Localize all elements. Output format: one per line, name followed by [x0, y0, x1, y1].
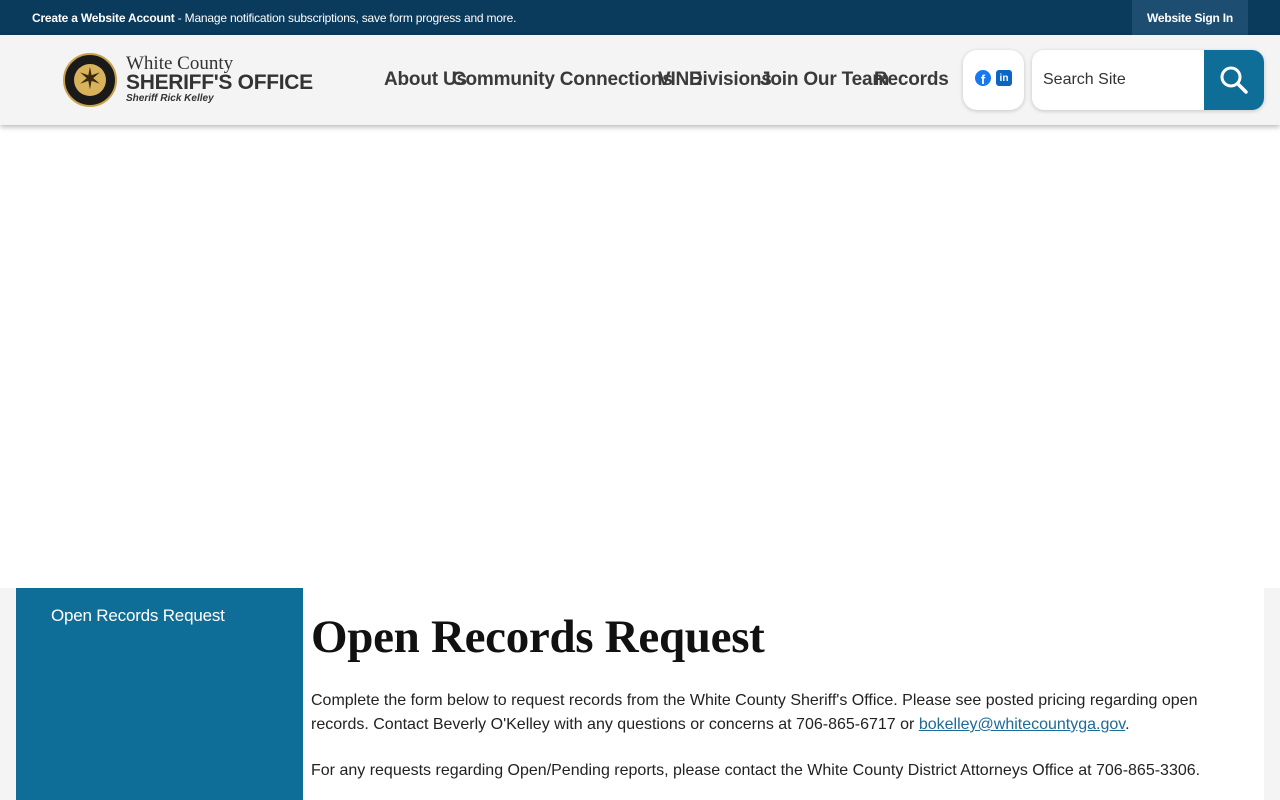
- social-links: f in: [963, 50, 1024, 110]
- page-title: Open Records Request: [311, 611, 765, 663]
- search-icon: [1220, 66, 1248, 94]
- logo-line-office: SHERIFF'S OFFICE: [126, 71, 313, 94]
- site-logo[interactable]: ✶ White County SHERIFF'S OFFICE Sheriff …: [63, 53, 323, 109]
- nav-community-connections[interactable]: Community Connections: [452, 69, 673, 91]
- nav-records[interactable]: Records: [874, 69, 949, 91]
- page-gutter-right: [1264, 588, 1280, 800]
- main-content: Open Records Request Complete the form b…: [303, 588, 1264, 800]
- site-header: ✶ White County SHERIFF'S OFFICE Sheriff …: [0, 35, 1280, 125]
- search-button[interactable]: [1204, 50, 1264, 110]
- nav-join-our-team[interactable]: Join Our Team: [760, 69, 889, 91]
- site-search: [1032, 50, 1264, 110]
- account-message: Create a Website Account - Manage notifi…: [32, 11, 516, 25]
- intro-paragraph: Complete the form below to request recor…: [311, 689, 1231, 737]
- linkedin-icon[interactable]: in: [996, 70, 1012, 86]
- search-input[interactable]: [1032, 50, 1204, 110]
- account-message-text: - Manage notification subscriptions, sav…: [174, 11, 517, 25]
- sheriff-badge-icon: ✶: [63, 53, 117, 107]
- pending-reports-paragraph: For any requests regarding Open/Pending …: [311, 762, 1201, 779]
- create-account-link[interactable]: Create a Website Account: [32, 11, 175, 25]
- account-bar: Create a Website Account - Manage notifi…: [0, 0, 1280, 35]
- facebook-icon[interactable]: f: [975, 70, 991, 86]
- star-icon: ✶: [77, 63, 103, 96]
- logo-line-sheriff: Sheriff Rick Kelley: [126, 93, 214, 104]
- intro-end: .: [1125, 716, 1130, 733]
- website-sign-in-button[interactable]: Website Sign In: [1132, 0, 1248, 35]
- page-gutter-left: [0, 588, 16, 800]
- sidebar: Open Records Request: [16, 588, 303, 800]
- email-link[interactable]: bokelley@whitecountyga.gov: [919, 716, 1125, 733]
- sidebar-item-open-records-request[interactable]: Open Records Request: [51, 606, 225, 626]
